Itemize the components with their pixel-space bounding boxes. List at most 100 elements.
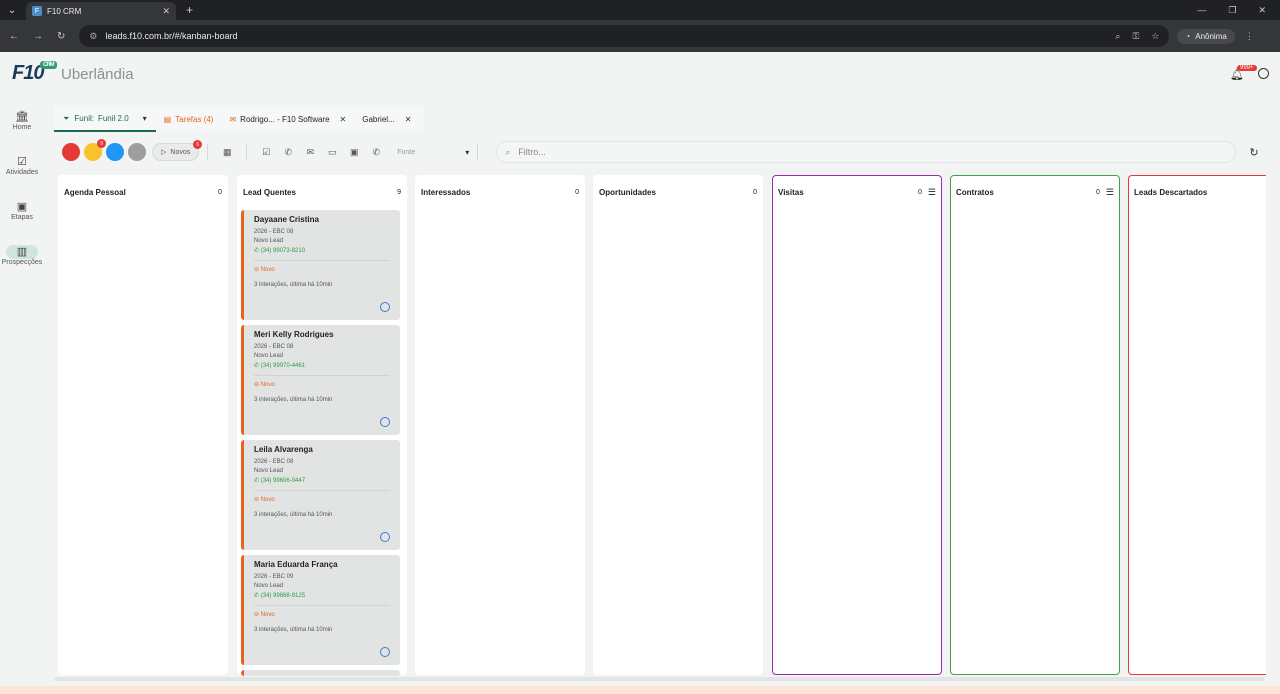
horizontal-scrollbar[interactable] <box>54 677 1264 681</box>
filtro-input[interactable]: ⌕ Filtro... <box>496 141 1236 163</box>
bookmark-star-icon[interactable]: ☆ <box>1151 31 1159 42</box>
filter-list-icon[interactable]: ☰ <box>1106 187 1114 198</box>
close-tab-icon[interactable]: ✕ <box>162 6 170 17</box>
column-title: Contratos <box>956 187 994 197</box>
sms-icon[interactable]: ▣ <box>346 144 362 160</box>
lead-status: ⊖ Novo <box>254 497 275 503</box>
tab-funil-selector[interactable]: ⏷ Funil: Funil 2.0 ▾ <box>54 107 156 132</box>
sidebar-item-etapas[interactable]: ▣ Etapas <box>0 200 44 221</box>
lead-card[interactable]: Maria Eduarda França 2026 - EBC 09 Novo … <box>241 555 400 665</box>
kanban-column-agenda-pessoal: Agenda Pessoal 0 <box>58 175 228 675</box>
close-icon[interactable]: ✕ <box>340 115 347 124</box>
kanban-column-visitas: Visitas 0 ☰ <box>772 175 942 675</box>
forward-icon[interactable]: → <box>33 31 43 42</box>
refresh-icon[interactable]: ↻ <box>1244 146 1264 159</box>
bottom-strip <box>0 686 1280 694</box>
f10-logo[interactable]: F10 CRM <box>12 61 57 85</box>
play-icon: ▷ <box>161 149 167 156</box>
filter-red-dot[interactable] <box>62 143 80 161</box>
browser-tab[interactable]: F F10 CRM ✕ <box>26 2 176 20</box>
tab-rodrigo[interactable]: ✉︎ Rodrigo... - F10 Software ✕ <box>221 115 354 124</box>
back-icon[interactable]: ← <box>9 31 19 42</box>
lead-card[interactable]: Dayaane Cristina 2026 - EBC 08 Novo Lead… <box>241 210 400 320</box>
column-count: 9 <box>397 188 401 196</box>
novos-badge: 6 <box>193 140 203 149</box>
site-info-icon[interactable]: ⚙ <box>89 31 97 42</box>
email-icon[interactable]: ✉ <box>302 144 318 160</box>
column-count: 0 <box>218 188 222 196</box>
filtro-placeholder: Filtro... <box>518 147 546 157</box>
reload-icon[interactable]: ↻ <box>57 31 65 42</box>
lead-status-text: Novo <box>260 497 275 503</box>
user-account-icon[interactable] <box>1258 68 1269 79</box>
lead-course: 2026 - EBC 09 <box>254 574 294 580</box>
divider <box>254 490 390 491</box>
filter-blue-dot[interactable] <box>106 143 124 161</box>
filter-yellow-dot[interactable]: 9 <box>84 139 106 161</box>
clock-icon[interactable] <box>380 647 390 657</box>
address-bar[interactable]: ⚙ leads.f10.com.br/#/kanban-board ⌕ ⚿ ☆ <box>79 25 1170 47</box>
clock-icon[interactable] <box>380 417 390 427</box>
message-icon[interactable]: ▭ <box>324 144 340 160</box>
lead-card[interactable]: Meri Kelly Rodrigues 2026 - EBC 08 Novo … <box>241 325 400 435</box>
column-title: Agenda Pessoal <box>64 187 126 197</box>
lead-phone[interactable]: ✆ (34) 99073-8210 <box>254 246 390 257</box>
task-check-icon[interactable]: ☑ <box>258 144 274 160</box>
minimize-icon[interactable]: — <box>1197 5 1206 16</box>
kanban-column-contratos: Contratos 0 ☰ <box>950 175 1120 675</box>
call-log-icon[interactable]: ✆ <box>368 144 384 160</box>
lead-phone[interactable]: ✆ (34) 99606-0447 <box>254 476 390 487</box>
browser-tabbar: ⌄ F F10 CRM ✕ + — ❐ ✕ <box>0 0 1280 20</box>
tab-gabriel[interactable]: Gabriel... ✕ <box>354 115 419 124</box>
sidebar-item-prospeccoes[interactable]: ▥ Prospecções <box>0 245 44 266</box>
lead-card-partial[interactable] <box>241 670 400 676</box>
app-header <box>0 52 1280 100</box>
url-text: leads.f10.com.br/#/kanban-board <box>105 31 238 41</box>
column-title: Visitas <box>778 187 804 197</box>
fonte-select[interactable]: Fonte ▾ <box>397 148 469 157</box>
lead-course: 2026 - EBC 08 <box>254 459 294 465</box>
sidebar-item-home[interactable]: 🏛︎ Home <box>0 110 44 131</box>
sidebar-item-atividades[interactable]: ☑︎ Atividades <box>0 155 44 176</box>
lead-phone-number: (34) 99073-8210 <box>260 248 306 254</box>
divider <box>246 144 248 160</box>
lead-name: Meri Kelly Rodrigues <box>254 330 334 339</box>
clock-icon[interactable] <box>380 532 390 542</box>
filter-gray-dot[interactable] <box>128 143 146 161</box>
incognito-icon: ◔ <box>1185 31 1191 41</box>
lead-phone-number: (34) 99868-9125 <box>260 593 306 599</box>
bank-icon: 🏛︎ <box>15 111 29 123</box>
column-title: Lead Quentes <box>243 187 296 197</box>
lead-stage: Novo Lead <box>254 238 284 244</box>
new-tab-icon[interactable]: + <box>186 3 193 17</box>
close-icon[interactable]: ✕ <box>405 115 412 124</box>
close-window-icon[interactable]: ✕ <box>1258 5 1266 16</box>
tab-search-icon[interactable]: ⌄ <box>0 0 24 20</box>
kanban-column-oportunidades: Oportunidades 0 <box>593 175 763 675</box>
lead-phone[interactable]: ✆ (34) 99868-9125 <box>254 591 390 602</box>
browser-tab-title: F10 CRM <box>47 6 82 16</box>
lead-card[interactable]: Leila Alvarenga 2026 - EBC 08 Novo Lead … <box>241 440 400 550</box>
browser-toolbar: ← → ↻ ⚙ leads.f10.com.br/#/kanban-board … <box>0 20 1280 52</box>
clock-icon[interactable] <box>380 302 390 312</box>
funil-value: Funil 2.0 <box>97 114 129 123</box>
lead-interactions: 3 interações, última há 10min <box>254 627 333 633</box>
sidebar-item-label: Prospecções <box>1 259 43 266</box>
divider <box>477 144 479 160</box>
dropdown-caret-icon: ▾ <box>142 114 147 123</box>
maximize-icon[interactable]: ❐ <box>1228 5 1236 16</box>
incognito-badge[interactable]: ◔ Anônima <box>1177 28 1235 44</box>
browser-menu-icon[interactable]: ⋮ <box>1245 31 1254 42</box>
sidebar-item-label: Atividades <box>5 169 39 176</box>
phone-icon[interactable]: ✆ <box>280 144 296 160</box>
lead-phone[interactable]: ✆ (34) 99970-4461 <box>254 361 390 372</box>
filter-list-icon[interactable]: ☰ <box>928 187 936 198</box>
zoom-icon[interactable]: ⌕ <box>1115 31 1120 42</box>
novos-button[interactable]: ▷ Novos 6 <box>152 140 203 161</box>
lead-interactions: 3 interações, última há 10min <box>254 282 333 288</box>
password-key-icon[interactable]: ⚿ <box>1132 31 1139 42</box>
kanban-column-lead-quentes: Lead Quentes 9 Dayaane Cristina 2026 - EB… <box>237 175 407 676</box>
tab-tarefas[interactable]: ▤ Tarefas (4) <box>156 115 222 124</box>
lead-name: Leila Alvarenga <box>254 445 313 454</box>
calendar-icon[interactable]: ▦ <box>219 144 235 160</box>
